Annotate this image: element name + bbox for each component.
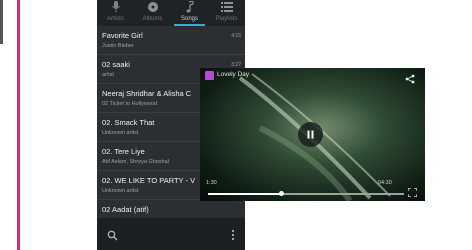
window-edge-marker	[0, 0, 3, 44]
seek-bar[interactable]	[208, 191, 404, 196]
song-title: 02 saaki	[102, 60, 130, 69]
song-title: 02 Aadat (atif)	[102, 205, 149, 214]
tab-songs[interactable]: Songs	[171, 0, 208, 26]
song-title: Favorite Girl	[102, 31, 143, 40]
pause-button[interactable]	[298, 122, 323, 147]
tab-songs-label: Songs	[180, 16, 198, 22]
tab-artists-label: Artists	[107, 16, 124, 22]
share-icon[interactable]	[405, 71, 415, 89]
song-title: 02. Smack That	[102, 118, 155, 127]
app-icon	[205, 71, 214, 80]
song-duration: 4:15	[231, 33, 241, 39]
elapsed-time: 1:30	[206, 180, 217, 186]
list-icon	[208, 1, 245, 13]
bottom-action-bar	[97, 218, 245, 250]
music-note-icon	[171, 1, 208, 13]
fullscreen-icon[interactable]	[407, 184, 418, 201]
song-artist: 02 Ticket to Hollywood	[102, 101, 158, 107]
tab-artists[interactable]: Artists	[97, 0, 134, 26]
song-title: Neeraj Shridhar & Alisha C	[102, 89, 192, 98]
song-artist: artist	[102, 72, 114, 78]
seek-thumb[interactable]	[278, 191, 284, 196]
song-artist: Justin Bieber	[102, 43, 134, 49]
song-artist: Unknown artist	[102, 130, 139, 136]
total-time: 04:30	[378, 180, 392, 186]
video-title: Lovely Day	[217, 71, 250, 78]
song-title: 02. Tere Liye	[102, 147, 145, 156]
tab-albums-label: Albums	[142, 16, 163, 22]
search-icon[interactable]	[107, 228, 118, 246]
album-icon	[134, 1, 171, 13]
song-artist: Atif Aslam, Shreya Ghoshal	[102, 159, 169, 165]
song-artist: Unknown artist	[102, 188, 139, 194]
seek-progress	[208, 193, 281, 195]
frame-border-line	[17, 0, 20, 250]
song-title: 02. WE LIKE TO PARTY - V	[102, 176, 196, 185]
tab-albums[interactable]: Albums	[134, 0, 171, 26]
microphone-icon	[97, 1, 134, 13]
list-item[interactable]: Favorite Girl Justin Bieber 4:15	[97, 26, 245, 55]
tab-playlists[interactable]: Playlists	[208, 0, 245, 26]
video-player[interactable]: Lovely Day 1:30 04:30	[200, 68, 425, 201]
pause-icon	[307, 130, 314, 139]
tab-playlists-label: Playlists	[215, 16, 238, 22]
overflow-menu-icon[interactable]	[231, 228, 235, 246]
library-tabs: Artists Albums Songs Playlists	[97, 0, 245, 26]
